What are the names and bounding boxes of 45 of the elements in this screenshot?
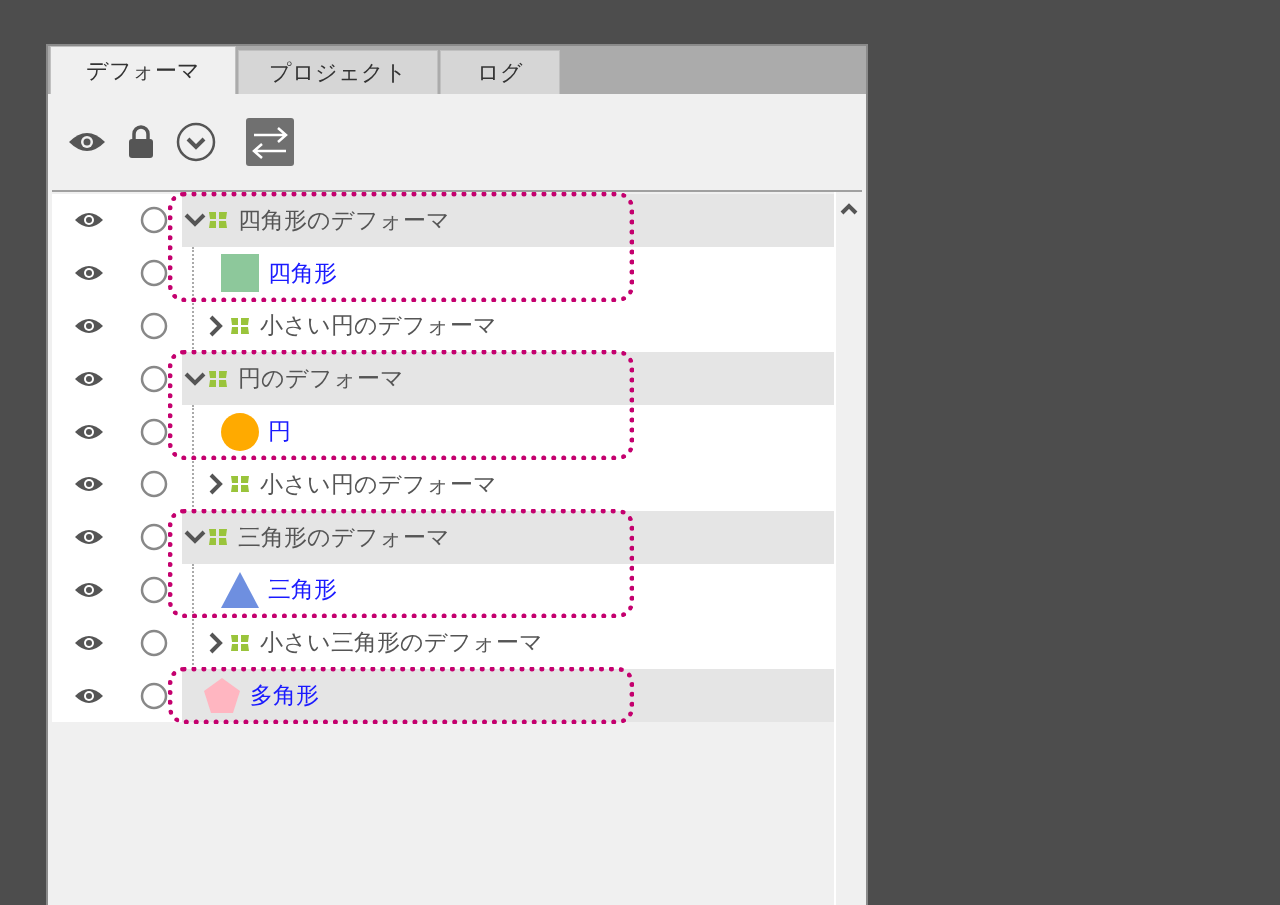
deformer-icon bbox=[208, 368, 228, 389]
tab[interactable]: プロジェクト bbox=[238, 50, 438, 94]
scroll-up-icon[interactable] bbox=[839, 202, 859, 216]
chevron-down-icon[interactable] bbox=[184, 529, 206, 546]
deformer-icon bbox=[230, 474, 250, 495]
deformer-icon bbox=[208, 210, 228, 231]
radio-circle-icon[interactable] bbox=[139, 258, 169, 289]
tree-item[interactable]: 四角形のデフォーマ bbox=[182, 194, 834, 247]
chevron-right-icon[interactable] bbox=[208, 315, 224, 337]
deformer-icon bbox=[230, 632, 250, 653]
chevron-down-icon[interactable] bbox=[184, 212, 206, 229]
item-label: 三角形のデフォーマ bbox=[238, 522, 450, 552]
eye-icon[interactable] bbox=[74, 316, 104, 336]
chevron-right-icon[interactable] bbox=[208, 631, 224, 654]
tree-item[interactable]: 円のデフォーマ bbox=[182, 352, 834, 406]
tab[interactable]: デフォーマ bbox=[50, 46, 236, 94]
item-label: 円 bbox=[268, 417, 291, 447]
item-label: 多角形 bbox=[250, 681, 319, 711]
chevron-down-icon[interactable] bbox=[184, 370, 206, 387]
radio-circle-icon[interactable] bbox=[139, 680, 169, 711]
item-label: 小さい三角形のデフォーマ bbox=[260, 628, 543, 658]
radio-circle-icon[interactable] bbox=[139, 311, 169, 341]
radio-circle-icon[interactable] bbox=[139, 416, 169, 447]
item-label: 三角形 bbox=[268, 575, 337, 605]
deformer-icon bbox=[230, 316, 250, 336]
radio-circle-icon[interactable] bbox=[139, 574, 169, 605]
item-label: 小さい円のデフォーマ bbox=[260, 311, 497, 341]
radio-circle-icon[interactable] bbox=[139, 205, 169, 236]
item-label: 四角形のデフォーマ bbox=[238, 205, 450, 235]
tree-item[interactable]: 多角形 bbox=[182, 669, 834, 722]
radio-circle-icon[interactable] bbox=[139, 522, 169, 553]
item-label: 四角形 bbox=[268, 258, 337, 288]
tab[interactable]: ログ bbox=[440, 50, 560, 94]
chevron-circle-icon[interactable] bbox=[176, 122, 216, 162]
chevron-right-icon[interactable] bbox=[208, 473, 224, 496]
swap-arrows-icon[interactable] bbox=[246, 118, 294, 166]
radio-circle-icon[interactable] bbox=[139, 627, 169, 658]
tree-item[interactable]: 三角形のデフォーマ bbox=[182, 510, 834, 564]
lock-icon[interactable] bbox=[128, 125, 154, 159]
eye-icon[interactable] bbox=[68, 130, 106, 154]
radio-circle-icon[interactable] bbox=[139, 469, 169, 500]
deformer-icon bbox=[208, 527, 228, 548]
item-label: 小さい円のデフォーマ bbox=[260, 469, 497, 499]
radio-circle-icon[interactable] bbox=[139, 363, 169, 394]
item-label: 円のデフォーマ bbox=[238, 364, 404, 394]
